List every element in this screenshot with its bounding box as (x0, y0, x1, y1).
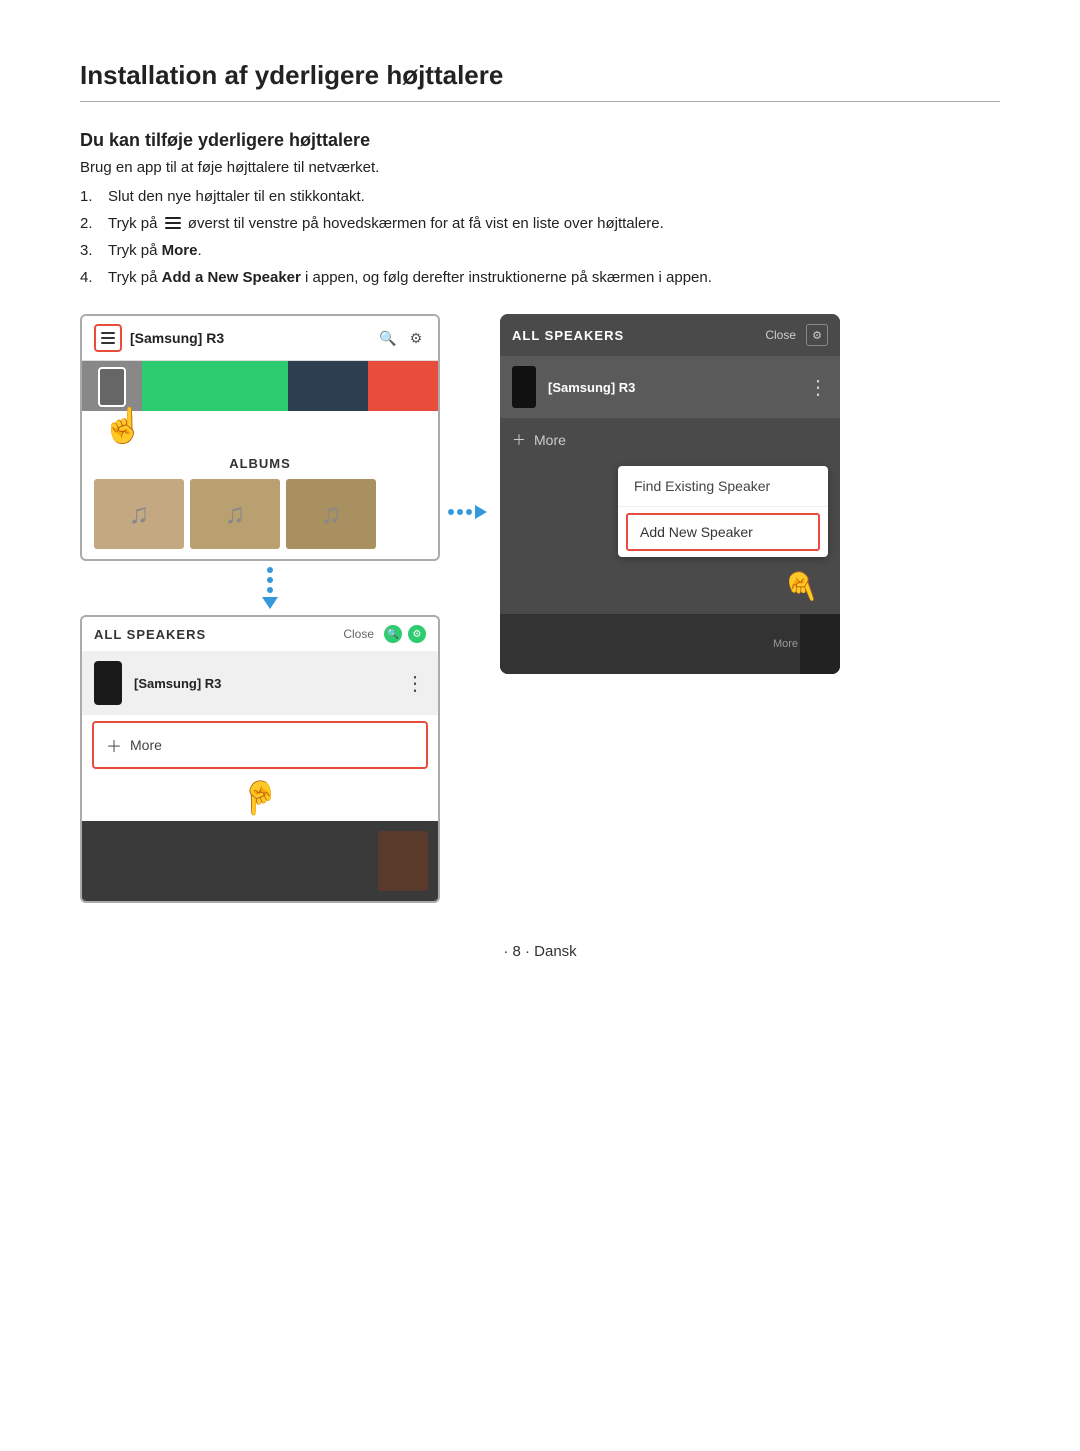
panel-search-icon[interactable]: 🔍 (384, 625, 402, 643)
dots-menu-icon[interactable]: ⋮ (405, 671, 426, 696)
album-thumb-3: ♫ (286, 479, 376, 549)
right-panel-header: ALL SPEAKERS Close ⚙ (500, 314, 840, 356)
hand-gesture-hamburger: ☝ (82, 406, 438, 446)
right-panel: ALL SPEAKERS Close ⚙ [Samsung] R3 ⋮ ＋ Mo… (500, 314, 840, 674)
rp-more-label: More (534, 432, 566, 448)
hand-gesture-more: ☝ (82, 775, 438, 821)
left-diagram: [Samsung] R3 🔍 ⚙ ☝ ALBUMS (80, 314, 460, 903)
step-3: 3. Tryk på More. (80, 242, 1000, 259)
step-2-text: Tryk på øverst til venstre på hovedskærm… (108, 215, 664, 232)
search-icon[interactable]: 🔍 (378, 328, 398, 348)
step-3-text: Tryk på More. (108, 242, 202, 259)
step-num-4: 4. (80, 269, 102, 286)
diagrams-area: [Samsung] R3 🔍 ⚙ ☝ ALBUMS (80, 314, 1000, 903)
dropdown-menu: Find Existing Speaker Add New Speaker (618, 466, 828, 557)
add-new-speaker-bold: Add a New Speaker (162, 269, 301, 286)
album-thumb-2: ♫ (190, 479, 280, 549)
speaker-panel-header: ALL SPEAKERS Close 🔍 ⚙ (82, 617, 438, 651)
rp-speaker-name: [Samsung] R3 (548, 380, 808, 395)
dark-bg-strip (82, 821, 438, 901)
hand-icon-add: ☝ (778, 564, 825, 610)
right-diagram: ALL SPEAKERS Close ⚙ [Samsung] R3 ⋮ ＋ Mo… (480, 314, 860, 674)
gear-icon[interactable]: ⚙ (406, 328, 426, 348)
phone-icon (98, 367, 126, 407)
albums-title: ALBUMS (94, 456, 426, 471)
add-new-speaker-label: Add New Speaker (640, 524, 753, 540)
page-number: · 8 · Dansk (80, 943, 1000, 960)
album-thumbs: ♫ ♫ ♫ (94, 479, 426, 549)
step-1: 1. Slut den nye højttaler til en stikkon… (80, 188, 1000, 205)
albums-section: ALBUMS ♫ ♫ ♫ (82, 446, 438, 559)
rp-all-speakers: ALL SPEAKERS (512, 328, 765, 343)
hand-gesture-add: ☝ (500, 569, 840, 614)
color-strip (82, 361, 438, 411)
step-1-text: Slut den nye højttaler til en stikkontak… (108, 188, 365, 205)
rp-bottom-more: More (773, 638, 798, 650)
rp-close[interactable]: Close (765, 328, 796, 342)
close-label[interactable]: Close (343, 627, 374, 641)
red-strip (368, 361, 438, 411)
hamburger-icon (165, 217, 181, 229)
rp-plus-icon: ＋ (512, 430, 526, 450)
section-title: Du kan tilføje yderligere højttalere (80, 130, 1000, 151)
more-bold: More (162, 242, 198, 259)
rp-speaker-item: [Samsung] R3 ⋮ (500, 356, 840, 418)
step-4: 4. Tryk på Add a New Speaker i appen, og… (80, 269, 1000, 286)
down-arrow-icon (262, 567, 278, 609)
app-name-label: [Samsung] R3 (130, 330, 370, 346)
speaker-list-item: [Samsung] R3 ⋮ (82, 651, 438, 715)
step-num-1: 1. (80, 188, 102, 205)
find-existing-speaker-item[interactable]: Find Existing Speaker (618, 466, 828, 507)
rp-side-strip (800, 614, 840, 674)
rp-more-row[interactable]: ＋ More (500, 420, 840, 460)
more-label: More (130, 737, 162, 753)
arrow-right-head (475, 505, 487, 519)
all-speakers-label: ALL SPEAKERS (94, 627, 343, 642)
step-num-3: 3. (80, 242, 102, 259)
add-new-speaker-item[interactable]: Add New Speaker (626, 513, 820, 551)
step-2: 2. Tryk på øverst til venstre på hovedsk… (80, 215, 1000, 232)
rp-bottom-bg: More (500, 614, 840, 674)
brown-strip (378, 831, 428, 891)
step-4-text: Tryk på Add a New Speaker i appen, og fø… (108, 269, 712, 286)
top-phone-screen: [Samsung] R3 🔍 ⚙ ☝ ALBUMS (80, 314, 440, 561)
page-title: Installation af yderligere højttalere (80, 60, 1000, 102)
rp-icon-1[interactable]: ⚙ (806, 324, 828, 346)
rp-icons: ⚙ (806, 324, 828, 346)
panel-icons: 🔍 ⚙ (384, 625, 426, 643)
steps-list: 1. Slut den nye højttaler til en stikkon… (80, 188, 1000, 286)
speaker-device-icon (94, 661, 122, 705)
more-row[interactable]: ＋ More (92, 721, 428, 769)
intro-text: Brug en app til at føje højttalere til n… (80, 159, 1000, 176)
bottom-speaker-panel: ALL SPEAKERS Close 🔍 ⚙ [Samsung] R3 ⋮ ＋ … (80, 615, 440, 903)
arrow-dots (267, 567, 273, 593)
speaker-name-label: [Samsung] R3 (134, 676, 405, 691)
album-thumb-1: ♫ (94, 479, 184, 549)
step-num-2: 2. (80, 215, 102, 232)
darkblue-strip (288, 361, 368, 411)
phone-top-bar: [Samsung] R3 🔍 ⚙ (82, 316, 438, 361)
plus-icon: ＋ (106, 733, 122, 757)
right-arrow-connector (448, 505, 487, 519)
hamburger-button[interactable] (94, 324, 122, 352)
hand-icon-more: ☝ (240, 779, 280, 817)
panel-gear-icon[interactable]: ⚙ (408, 625, 426, 643)
hand-icon: ☝ (102, 406, 144, 446)
rp-dots-menu[interactable]: ⋮ (808, 375, 828, 400)
arrow-down (80, 561, 460, 615)
green-strip (142, 361, 288, 411)
rp-speaker-icon (512, 366, 536, 408)
phone-icon-strip (82, 361, 142, 411)
